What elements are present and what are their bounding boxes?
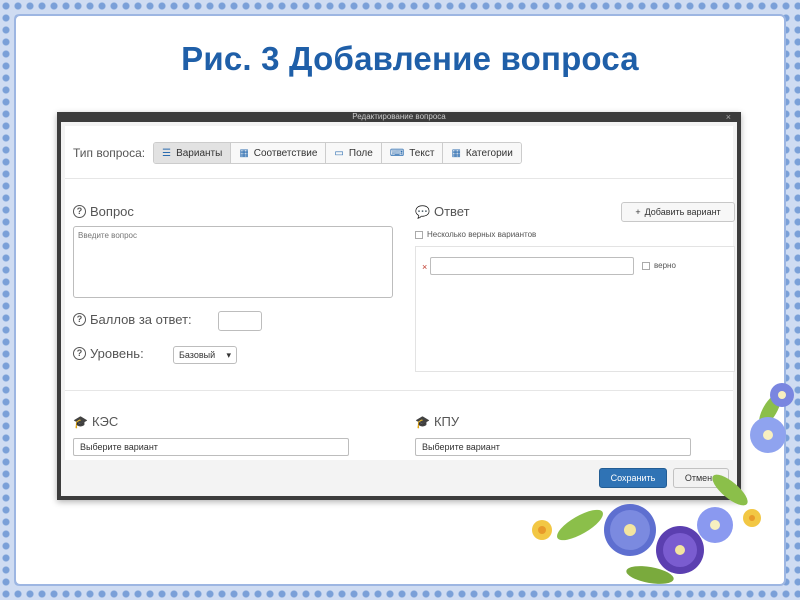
type-button-categories[interactable]: ▦ Категории xyxy=(443,143,521,163)
level-select[interactable]: Базовый ▾ xyxy=(173,346,237,364)
plus-icon: + xyxy=(635,207,641,217)
answer-heading: 💬 Ответ xyxy=(415,204,470,219)
correct-label: верно xyxy=(654,261,676,270)
add-variant-button[interactable]: + Добавить вариант xyxy=(621,202,735,222)
caret-down-icon: ▾ xyxy=(226,349,231,360)
multiple-correct-label: Несколько верных вариантов xyxy=(427,230,537,239)
flower-icon xyxy=(743,509,761,527)
type-button-text[interactable]: ⌨ Текст xyxy=(381,143,444,163)
list-icon: ☰ xyxy=(162,147,172,159)
add-variant-label: Добавить вариант xyxy=(644,207,721,217)
answer-label: Ответ xyxy=(433,204,470,219)
question-heading: ? Вопрос xyxy=(73,204,134,219)
multiple-correct-checkbox[interactable] xyxy=(415,230,423,239)
flower-icon xyxy=(697,507,733,543)
input-field-icon: ▭ xyxy=(334,147,344,159)
type-label: Текст xyxy=(409,147,435,159)
kes-value: Выберите вариант xyxy=(80,442,158,452)
keyboard-icon: ⌨ xyxy=(389,147,405,159)
level-value: Базовый xyxy=(179,350,216,360)
type-label: Поле xyxy=(348,147,373,159)
close-icon[interactable]: × xyxy=(726,112,731,122)
question-input[interactable] xyxy=(73,226,393,298)
question-label: Вопрос xyxy=(90,204,134,219)
kes-label: КЭС xyxy=(91,414,119,429)
dialog-title: Редактирование вопроса xyxy=(352,112,446,121)
flower-icon xyxy=(770,383,794,407)
type-button-variants[interactable]: ☰ Варианты xyxy=(154,143,232,163)
help-icon: ? xyxy=(73,347,86,360)
kpu-label: КПУ xyxy=(433,414,460,429)
categories-icon: ▦ xyxy=(451,147,461,159)
correct-checkbox[interactable] xyxy=(642,261,650,270)
answer-input[interactable] xyxy=(430,257,634,275)
points-heading: ? Баллов за ответ: xyxy=(73,312,192,327)
question-type-label: Тип вопроса: xyxy=(73,146,146,160)
flower-icon xyxy=(532,520,552,540)
kpu-heading: 🎓 КПУ xyxy=(415,414,459,429)
multiple-correct-row: Несколько верных вариантов xyxy=(415,230,536,239)
kes-heading: 🎓 КЭС xyxy=(73,414,118,429)
correct-row: верно xyxy=(642,261,676,270)
type-button-field[interactable]: ▭ Поле xyxy=(326,143,382,163)
points-label: Баллов за ответ: xyxy=(90,312,192,327)
question-type-selector: ☰ Варианты ▦ Соответствие ▭ Поле ⌨ Текст… xyxy=(153,142,522,164)
slide-title: Рис. 3 Добавление вопроса xyxy=(181,40,639,77)
grid-icon: ▦ xyxy=(239,147,249,159)
question-type-row: Тип вопроса: ☰ Варианты ▦ Соответствие ▭… xyxy=(73,142,522,164)
type-label: Варианты xyxy=(176,147,223,159)
help-icon: ? xyxy=(73,313,86,326)
type-button-matching[interactable]: ▦ Соответствие xyxy=(231,143,327,163)
remove-icon[interactable]: × xyxy=(422,262,427,272)
speech-bubble-icon: 💬 xyxy=(415,204,430,219)
graduation-cap-icon: 🎓 xyxy=(415,414,430,429)
type-label: Категории xyxy=(465,147,513,159)
flowers-decoration xyxy=(532,383,794,584)
level-heading: ? Уровень: xyxy=(73,346,144,361)
help-icon: ? xyxy=(73,205,86,218)
kes-select[interactable]: Выберите вариант xyxy=(73,438,349,456)
graduation-cap-icon: 🎓 xyxy=(73,414,88,429)
level-label: Уровень: xyxy=(90,346,144,361)
divider xyxy=(65,178,733,179)
kpu-value: Выберите вариант xyxy=(422,442,500,452)
flower-icon xyxy=(604,504,656,556)
flower-icon xyxy=(750,417,786,453)
points-input[interactable] xyxy=(218,311,262,331)
flower-icon xyxy=(656,526,704,574)
type-label: Соответствие xyxy=(253,147,318,159)
